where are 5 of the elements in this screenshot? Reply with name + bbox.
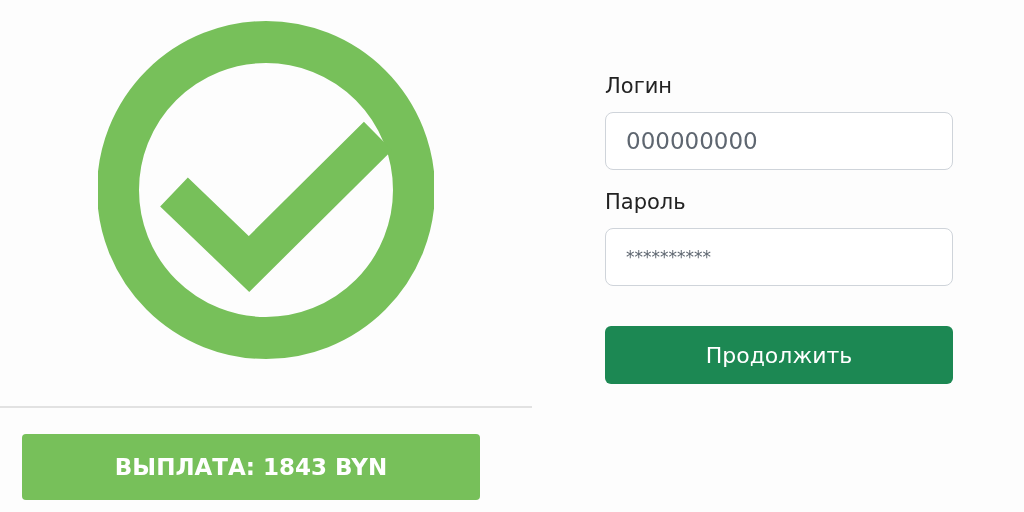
login-field[interactable]: 000000000	[605, 112, 953, 170]
login-label: Логин	[605, 74, 674, 98]
password-label: Пароль	[605, 190, 687, 214]
password-field[interactable]: **********	[605, 228, 953, 286]
continue-button[interactable]: Продолжить	[605, 326, 953, 384]
